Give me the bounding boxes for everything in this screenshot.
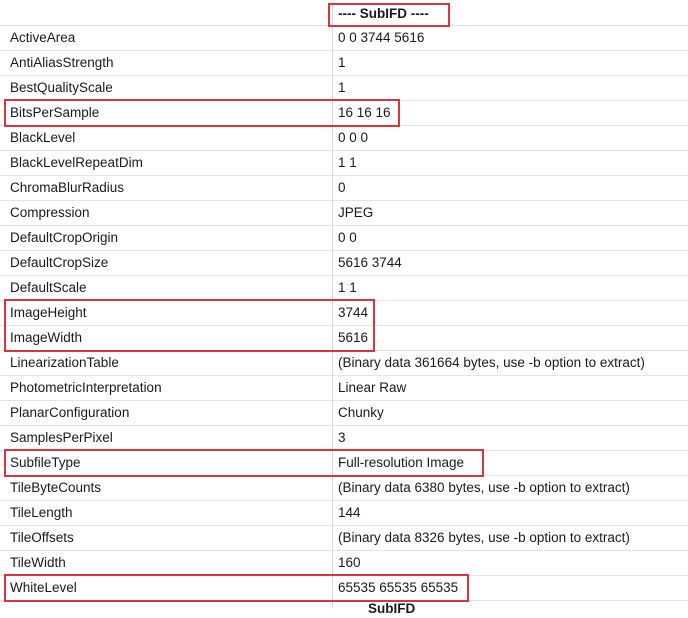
tag-value: 0 0 <box>338 230 357 245</box>
tag-value: Linear Raw <box>338 380 407 395</box>
tag-value: 1 <box>338 55 346 70</box>
table-row[interactable]: SamplesPerPixel 3 <box>0 426 688 451</box>
table-row[interactable]: ChromaBlurRadius 0 <box>0 176 688 201</box>
tag-name: BestQualityScale <box>10 80 113 95</box>
tag-name: DefaultCropSize <box>10 255 109 270</box>
table-row[interactable]: AntiAliasStrength 1 <box>0 51 688 76</box>
tag-name: TileOffsets <box>10 530 74 545</box>
table-row[interactable]: TileLength 144 <box>0 501 688 526</box>
tag-value: Chunky <box>338 405 384 420</box>
tag-name: BlackLevel <box>10 130 76 145</box>
tag-value: 3 <box>338 430 346 445</box>
tag-name: DefaultScale <box>10 280 87 295</box>
tag-name: ActiveArea <box>10 30 76 45</box>
tag-name: ChromaBlurRadius <box>10 180 125 195</box>
tag-name: PhotometricInterpretation <box>10 380 162 395</box>
tag-name: DefaultCropOrigin <box>10 230 119 245</box>
tag-name: TileLength <box>10 505 73 520</box>
table-row[interactable]: BlackLevel 0 0 0 <box>0 126 688 151</box>
tag-name: SamplesPerPixel <box>10 430 113 445</box>
highlight-box-whitelevel <box>4 574 469 602</box>
tag-name: AntiAliasStrength <box>10 55 114 70</box>
table-row[interactable]: PhotometricInterpretation Linear Raw <box>0 376 688 401</box>
table-row[interactable]: BestQualityScale 1 <box>0 76 688 101</box>
tag-value: 144 <box>338 505 361 520</box>
tag-value: 1 1 <box>338 155 357 170</box>
tag-name: TileByteCounts <box>10 480 102 495</box>
tag-name: Compression <box>10 205 90 220</box>
table-row[interactable]: Compression JPEG <box>0 201 688 226</box>
tag-value: (Binary data 6380 bytes, use -b option t… <box>338 480 630 495</box>
tag-value: 5616 3744 <box>338 255 402 270</box>
tag-name: BlackLevelRepeatDim <box>10 155 143 170</box>
table-row[interactable]: DefaultCropOrigin 0 0 <box>0 226 688 251</box>
table-row[interactable]: LinearizationTable (Binary data 361664 b… <box>0 351 688 376</box>
tag-value: 160 <box>338 555 361 570</box>
tag-value: (Binary data 361664 bytes, use -b option… <box>338 355 645 370</box>
table-row[interactable]: TileOffsets (Binary data 8326 bytes, use… <box>0 526 688 551</box>
highlight-box-section-title <box>328 3 450 27</box>
table-row[interactable]: BlackLevelRepeatDim 1 1 <box>0 151 688 176</box>
tag-name: PlanarConfiguration <box>10 405 130 420</box>
tag-value: (Binary data 8326 bytes, use -b option t… <box>338 530 630 545</box>
table-row[interactable]: DefaultCropSize 5616 3744 <box>0 251 688 276</box>
next-section-header-partial: SubIFD <box>368 601 416 616</box>
highlight-box-subfiletype <box>4 449 484 477</box>
tag-name: LinearizationTable <box>10 355 119 370</box>
table-row[interactable]: TileByteCounts (Binary data 6380 bytes, … <box>0 476 688 501</box>
table-row[interactable]: ActiveArea 0 0 3744 5616 <box>0 26 688 51</box>
tag-value: 0 0 3744 5616 <box>338 30 425 45</box>
tag-value: 0 0 0 <box>338 130 369 145</box>
tag-name: TileWidth <box>10 555 66 570</box>
tag-value: 1 1 <box>338 280 357 295</box>
tag-value: JPEG <box>338 205 374 220</box>
highlight-box-bitspersample <box>4 99 400 127</box>
table-row[interactable]: TileWidth 160 <box>0 551 688 576</box>
highlight-box-image-dimensions <box>4 299 375 352</box>
tag-value: 1 <box>338 80 346 95</box>
tag-value: 0 <box>338 180 346 195</box>
table-row[interactable]: PlanarConfiguration Chunky <box>0 401 688 426</box>
table-row[interactable]: DefaultScale 1 1 <box>0 276 688 301</box>
